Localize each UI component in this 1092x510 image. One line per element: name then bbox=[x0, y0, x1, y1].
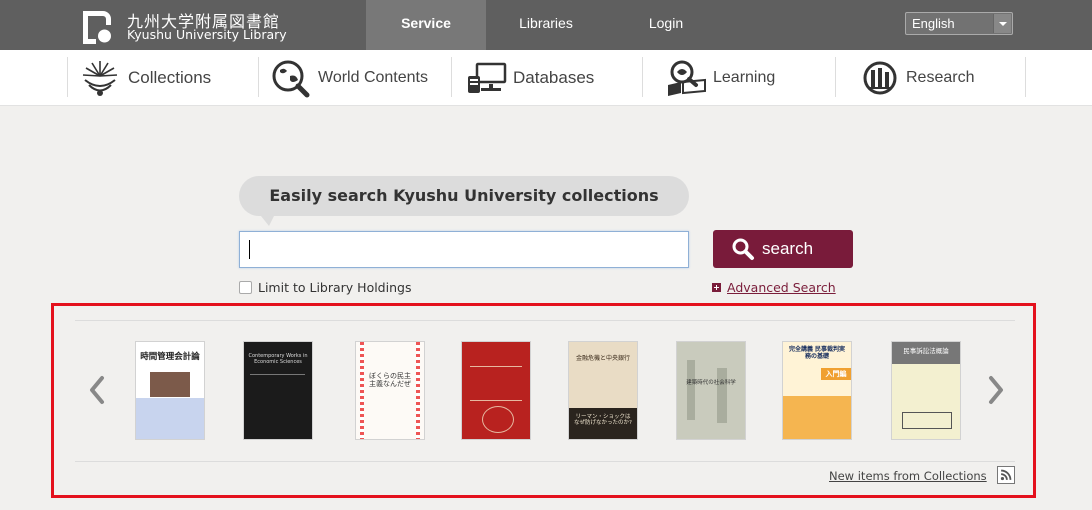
divider bbox=[642, 57, 643, 97]
category-label: Collections bbox=[128, 67, 212, 87]
tab-libraries[interactable]: Libraries bbox=[486, 0, 606, 50]
world-contents-icon bbox=[272, 60, 310, 97]
top-bar: 九州大学附属図書館 Kyushu University Library Serv… bbox=[0, 0, 1092, 50]
category-research[interactable]: Research bbox=[858, 50, 974, 105]
cover-rule bbox=[470, 400, 522, 401]
book-title: 時間管理会計論 bbox=[140, 352, 200, 362]
learning-icon bbox=[668, 60, 706, 96]
category-databases[interactable]: Databases bbox=[465, 50, 594, 105]
divider bbox=[258, 57, 259, 97]
divider bbox=[67, 57, 68, 97]
book-cover[interactable]: 建築時代の社会科学 bbox=[676, 341, 746, 440]
advanced-search-label: Advanced Search bbox=[727, 280, 836, 295]
search-heading: Easily search Kyushu University collecti… bbox=[239, 176, 689, 226]
language-select-value: English bbox=[912, 16, 955, 31]
category-label: Learning bbox=[713, 68, 776, 86]
category-label: Research bbox=[906, 68, 975, 86]
cover-image bbox=[150, 372, 190, 397]
text-caret bbox=[249, 240, 250, 259]
category-world-contents[interactable]: World Contents bbox=[270, 50, 428, 105]
book-cover[interactable]: 金融危機と中央銀行 リーマン・ショックはなぜ防げなかったのか? bbox=[568, 341, 638, 440]
book-title: 建築時代の社会科学 bbox=[686, 380, 736, 386]
cover-block bbox=[687, 360, 695, 420]
divider bbox=[835, 57, 836, 97]
search-input[interactable] bbox=[239, 231, 689, 268]
cover-rule bbox=[250, 374, 305, 375]
carousel-previous-button[interactable] bbox=[86, 373, 108, 407]
divider bbox=[451, 57, 452, 97]
carousel-next-button[interactable] bbox=[985, 373, 1007, 407]
book-cover[interactable]: Contemporary Works in Economic Sciences bbox=[243, 341, 313, 440]
library-logo-icon bbox=[83, 11, 111, 44]
book-subtitle: 入門編 bbox=[821, 368, 851, 380]
book-title: 金融危機と中央銀行 bbox=[575, 355, 630, 362]
search-button-label: search bbox=[762, 239, 814, 258]
library-logo[interactable]: 九州大学附属図書館 Kyushu University Library bbox=[78, 6, 318, 46]
book-subtitle: リーマン・ショックはなぜ防げなかったのか? bbox=[574, 414, 632, 427]
logo-english-text: Kyushu University Library bbox=[127, 27, 287, 42]
limit-holdings-checkbox[interactable] bbox=[239, 281, 252, 294]
category-bar: Collections World Contents Databases Lea… bbox=[0, 50, 1092, 106]
book-cover[interactable]: ぼくらの民主主義なんだぜ bbox=[355, 341, 425, 440]
category-label: World Contents bbox=[318, 68, 428, 86]
book-title: ぼくらの民主主義なんだぜ bbox=[369, 372, 411, 389]
cover-stripe bbox=[360, 342, 364, 439]
search-icon bbox=[732, 238, 754, 260]
book-cover[interactable] bbox=[461, 341, 531, 440]
cover-label-box bbox=[902, 412, 952, 429]
top-navigation: Service Libraries Login bbox=[366, 0, 726, 50]
book-title: 完全講義 民事裁判実務の基礎 bbox=[788, 346, 846, 360]
cover-stripe bbox=[416, 342, 420, 439]
book-title: 民事訴訟法概論 bbox=[903, 347, 949, 355]
cover-band bbox=[783, 396, 851, 439]
category-learning[interactable]: Learning bbox=[665, 50, 775, 105]
tab-service[interactable]: Service bbox=[366, 0, 486, 50]
divider bbox=[1025, 57, 1026, 97]
cover-rule bbox=[470, 366, 522, 367]
category-label: Databases bbox=[513, 67, 595, 87]
new-items-link[interactable]: New items from Collections bbox=[829, 469, 987, 483]
book-title: Contemporary Works in Economic Sciences bbox=[248, 353, 308, 365]
cover-band bbox=[136, 398, 204, 439]
cover-emblem bbox=[482, 406, 514, 433]
book-cover[interactable]: 完全講義 民事裁判実務の基礎 入門編 bbox=[782, 341, 852, 440]
limit-holdings-label: Limit to Library Holdings bbox=[258, 280, 412, 295]
chevron-down-icon bbox=[993, 14, 1011, 33]
tab-login[interactable]: Login bbox=[606, 0, 726, 50]
language-select[interactable]: English bbox=[905, 12, 1013, 35]
divider bbox=[75, 320, 1015, 321]
limit-holdings-option[interactable]: Limit to Library Holdings bbox=[239, 280, 411, 295]
book-cover[interactable]: 時間管理会計論 bbox=[135, 341, 205, 440]
divider bbox=[75, 461, 1015, 462]
collections-icon bbox=[82, 60, 118, 96]
category-collections[interactable]: Collections bbox=[80, 50, 211, 105]
databases-icon bbox=[468, 62, 507, 93]
book-cover[interactable]: 民事訴訟法概論 bbox=[891, 341, 961, 440]
search-button[interactable]: search bbox=[713, 230, 853, 268]
research-icon bbox=[863, 61, 897, 94]
plus-icon bbox=[712, 283, 721, 292]
cover-block bbox=[717, 368, 727, 423]
advanced-search-link[interactable]: Advanced Search bbox=[712, 280, 836, 295]
rss-icon[interactable] bbox=[997, 466, 1015, 484]
